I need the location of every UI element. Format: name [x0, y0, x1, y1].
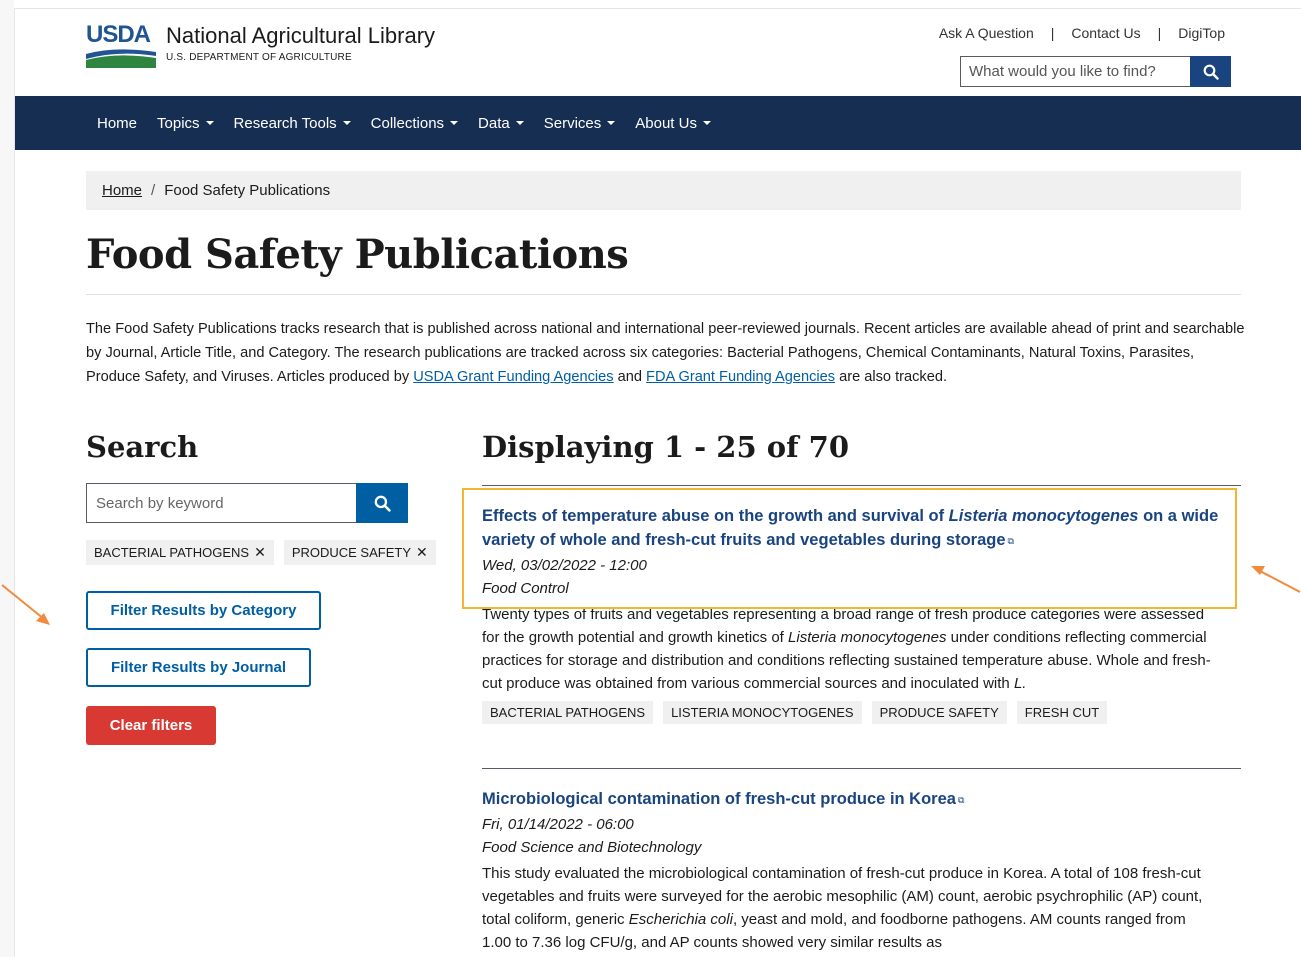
keyword-search-input[interactable] [86, 483, 356, 523]
nav-collections[interactable]: Collections [370, 114, 459, 132]
filter-chip-bacterial-pathogens: BACTERIAL PATHOGENS ✕ [86, 540, 274, 565]
tag-produce-safety[interactable]: PRODUCE SAFETY [871, 700, 1007, 724]
abstract-text-italic: Listeria monocytogenes [788, 628, 947, 646]
title-text-italic: Listeria monocytogenes [948, 507, 1139, 525]
page-frame: USDA National Agricultural Library U.S. … [14, 8, 1301, 957]
ask-question-link[interactable]: Ask A Question [939, 25, 1034, 41]
nav-topics[interactable]: Topics [157, 115, 214, 132]
filter-by-journal-button[interactable]: Filter Results by Journal [86, 648, 311, 687]
result-item: Microbiological contamination of fresh-c… [482, 787, 1222, 954]
result-date: Fri, 01/14/2022 - 06:00 [482, 815, 634, 833]
caret-down-icon [450, 121, 459, 125]
search-icon [1203, 64, 1219, 80]
caret-down-icon [702, 121, 711, 125]
abstract-text-italic: Escherichia coli [628, 910, 733, 928]
nav-label: Home [97, 114, 138, 132]
search-icon [374, 495, 391, 512]
breadcrumb-home-link[interactable]: Home [102, 182, 142, 199]
title-text: Microbiological contamination of fresh-c… [482, 790, 956, 808]
breadcrumb: Home / Food Safety Publications [86, 171, 1241, 210]
title-divider [86, 294, 1241, 295]
filter-chip-label: BACTERIAL PATHOGENS [94, 545, 250, 560]
title-text: Effects of temperature abuse on the grow… [482, 507, 949, 525]
result-abstract: Twenty types of fruits and vegetables re… [482, 603, 1212, 695]
fda-grant-link[interactable]: FDA Grant Funding Agencies [646, 369, 835, 385]
site-search-input[interactable] [960, 56, 1190, 87]
external-link-icon: ⧉ [1007, 535, 1014, 546]
results-divider [482, 485, 1241, 486]
digitop-link[interactable]: DigiTop [1178, 25, 1225, 41]
org-name: National Agricultural Library [166, 23, 436, 48]
tag-fresh-cut[interactable]: FRESH CUT [1016, 700, 1108, 724]
tag-listeria-monocytogenes[interactable]: LISTERIA MONOCYTOGENES [663, 700, 862, 724]
usda-logo-mark: USDA [86, 21, 158, 69]
remove-filter-icon[interactable]: ✕ [416, 544, 428, 561]
result-divider [482, 768, 1241, 769]
remove-filter-icon[interactable]: ✕ [254, 544, 266, 561]
intro-text: are also tracked. [835, 369, 948, 385]
keyword-search [86, 483, 408, 523]
result-journal: Food Control [482, 579, 569, 597]
nav-label: Topics [157, 114, 200, 132]
nav-label: Data [478, 114, 510, 132]
result-journal: Food Science and Biotechnology [482, 838, 702, 856]
nav-label: Services [543, 114, 602, 132]
intro-paragraph: The Food Safety Publications tracks rese… [86, 317, 1246, 389]
nav-research-tools[interactable]: Research Tools [234, 115, 351, 132]
abstract-text-italic: L. [1013, 674, 1027, 692]
nav-home[interactable]: Home [97, 115, 137, 132]
result-date: Wed, 03/02/2022 - 12:00 [482, 556, 647, 574]
site-header: USDA National Agricultural Library U.S. … [15, 9, 1301, 96]
main-nav: Home Topics Research Tools Collections D… [15, 96, 1301, 150]
site-search [960, 56, 1231, 87]
nav-label: About Us [635, 114, 697, 132]
page-title: Food Safety Publications [86, 231, 629, 278]
nav-data[interactable]: Data [478, 115, 524, 132]
caret-down-icon [342, 121, 351, 125]
filter-chip-produce-safety: PRODUCE SAFETY ✕ [283, 540, 436, 565]
caret-down-icon [515, 121, 524, 125]
filter-chip-label: PRODUCE SAFETY [291, 545, 411, 560]
site-logo[interactable]: USDA National Agricultural Library U.S. … [86, 21, 446, 71]
util-separator: | [1050, 25, 1055, 41]
utility-links: Ask A Question | Contact Us | DigiTop [939, 25, 1225, 41]
util-separator: | [1157, 25, 1162, 41]
search-heading: Search [86, 430, 199, 464]
results-count-heading: Displaying 1 - 25 of 70 [482, 430, 850, 464]
nav-label: Collections [370, 114, 445, 132]
breadcrumb-current: Food Safety Publications [164, 182, 331, 199]
result-title-link[interactable]: Effects of temperature abuse on the grow… [482, 504, 1222, 553]
nav-services[interactable]: Services [544, 115, 616, 132]
filter-by-category-button[interactable]: Filter Results by Category [86, 591, 321, 630]
keyword-search-button[interactable] [356, 483, 408, 523]
result-title-link[interactable]: Microbiological contamination of fresh-c… [482, 787, 1222, 812]
active-filters: BACTERIAL PATHOGENS ✕ PRODUCE SAFETY ✕ [86, 540, 436, 565]
usda-swoosh-icon [86, 49, 156, 68]
contact-us-link[interactable]: Contact Us [1071, 25, 1140, 41]
site-search-button[interactable] [1190, 56, 1231, 87]
tag-bacterial-pathogens[interactable]: BACTERIAL PATHOGENS [482, 700, 654, 724]
result-tags: BACTERIAL PATHOGENS LISTERIA MONOCYTOGEN… [482, 700, 1222, 724]
intro-text: and [613, 369, 647, 385]
result-abstract: This study evaluated the microbiological… [482, 862, 1212, 954]
org-subtitle: U.S. DEPARTMENT OF AGRICULTURE [166, 52, 352, 63]
external-link-icon: ⧉ [957, 794, 965, 805]
nav-about-us[interactable]: About Us [635, 115, 711, 132]
nav-label: Research Tools [233, 114, 337, 132]
result-item: Effects of temperature abuse on the grow… [482, 504, 1222, 724]
page-gutter [0, 0, 14, 957]
caret-down-icon [205, 121, 214, 125]
usda-logo-text: USDA [86, 21, 151, 48]
clear-filters-button[interactable]: Clear filters [86, 706, 216, 745]
usda-grant-link[interactable]: USDA Grant Funding Agencies [413, 369, 613, 385]
caret-down-icon [607, 121, 616, 125]
breadcrumb-separator: / [151, 182, 156, 199]
